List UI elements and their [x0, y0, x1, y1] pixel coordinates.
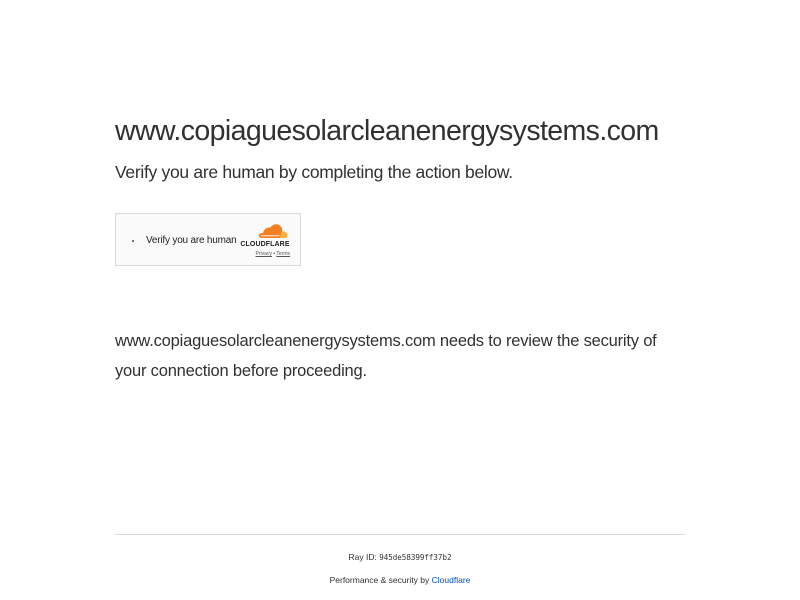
ray-id-value: 945de58399ff37b2 [379, 553, 452, 562]
cloudflare-cloud-icon [258, 224, 288, 238]
page-subtitle: Verify you are human by completing the a… [115, 162, 513, 182]
turnstile-widget[interactable]: Verify you are human CLOUDFLARE Privacy … [115, 213, 301, 266]
performance-text: Performance & security by [329, 575, 430, 585]
cloudflare-wordmark: CLOUDFLARE [240, 241, 290, 248]
spinner-icon [132, 240, 134, 242]
performance-line: Performance & security by Cloudflare [0, 575, 800, 585]
cloudflare-brand: CLOUDFLARE Privacy • Terms [240, 223, 290, 259]
footer-divider [115, 534, 685, 535]
widget-links: Privacy • Terms [240, 251, 291, 257]
widget-label: Verify you are human [146, 235, 237, 246]
terms-link[interactable]: Terms [276, 251, 290, 257]
page-title: www.copiaguesolarcleanenergysystems.com [115, 115, 659, 147]
link-separator: • [273, 251, 276, 257]
ray-id-line: Ray ID: 945de58399ff37b2 [0, 552, 800, 562]
cloudflare-link[interactable]: Cloudflare [432, 575, 471, 585]
security-review-text: www.copiaguesolarcleanenergysystems.com … [115, 332, 657, 380]
ray-id-label: Ray ID: [348, 552, 377, 562]
privacy-link[interactable]: Privacy [256, 251, 272, 257]
